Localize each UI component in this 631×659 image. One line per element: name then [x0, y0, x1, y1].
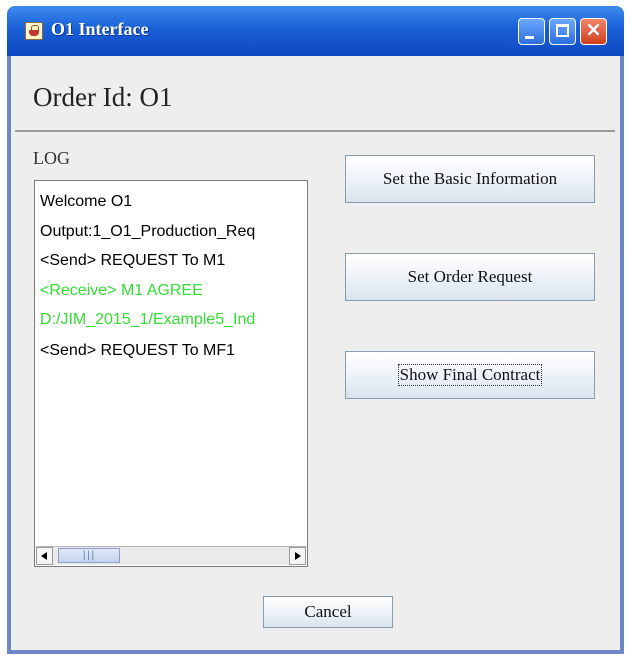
main-panel: Order Id: O1 LOG Welcome O1 Output:1_O1_… — [11, 56, 620, 650]
minimize-button[interactable] — [518, 18, 545, 45]
show-final-contract-button[interactable]: Show Final Contract — [345, 351, 595, 399]
divider — [15, 130, 615, 132]
app-window: O1 Interface × Order Id: O1 LOG Welcome … — [7, 6, 624, 654]
log-line: Output:1_O1_Production_Req — [40, 223, 256, 240]
log-line: D:/JIM_2015_1/Example5_Ind — [40, 311, 256, 328]
maximize-icon — [556, 24, 569, 37]
set-order-request-button[interactable]: Set Order Request — [345, 253, 595, 301]
close-button[interactable]: × — [580, 17, 607, 45]
log-line: <Send> REQUEST To M1 — [40, 252, 226, 269]
scroll-grip: ||| — [82, 550, 96, 561]
log-text-area[interactable]: Welcome O1 Output:1_O1_Production_Req <S… — [34, 180, 308, 567]
java-cup-icon — [25, 22, 43, 40]
horizontal-scrollbar[interactable]: ||| — [36, 546, 306, 565]
page-title: Order Id: O1 — [33, 82, 173, 112]
scroll-right-arrow-icon[interactable] — [289, 547, 306, 565]
close-icon: × — [585, 17, 602, 41]
cancel-button[interactable]: Cancel — [263, 596, 393, 628]
show-final-contract-label: Show Final Contract — [397, 364, 543, 386]
set-basic-information-button[interactable]: Set the Basic Information — [345, 155, 595, 203]
log-line: <Send> REQUEST To MF1 — [40, 342, 236, 359]
minimize-icon — [525, 36, 534, 39]
maximize-button[interactable] — [549, 18, 576, 45]
log-label: LOG — [33, 148, 70, 168]
title-bar[interactable]: O1 Interface × — [7, 6, 624, 56]
log-line: <Receive> M1 AGREE — [40, 282, 203, 299]
log-line: Welcome O1 — [40, 193, 133, 210]
window-title: O1 Interface — [51, 19, 149, 39]
scroll-thumb[interactable]: ||| — [58, 548, 120, 563]
scroll-left-arrow-icon[interactable] — [36, 547, 53, 565]
